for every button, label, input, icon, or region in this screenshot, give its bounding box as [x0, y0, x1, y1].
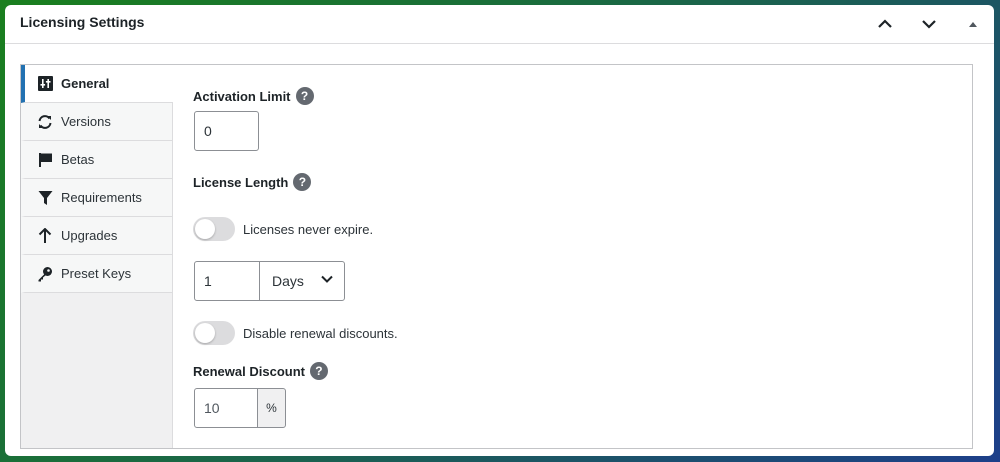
license-length-unit-select[interactable]: Days: [259, 261, 345, 301]
tab-upgrades-label: Upgrades: [61, 228, 118, 243]
key-icon: [37, 266, 53, 282]
tab-versions-label: Versions: [61, 114, 111, 129]
toggle-knob: [195, 323, 215, 343]
general-tab-content: Activation Limit ? 0 License Length ? Li…: [173, 65, 972, 448]
refresh-icon: [37, 114, 53, 130]
never-expire-row: Licenses never expire.: [193, 217, 373, 241]
disable-renewal-toggle[interactable]: [193, 321, 235, 345]
chevron-down-icon: [321, 275, 333, 283]
help-icon[interactable]: ?: [309, 362, 328, 380]
renewal-discount-label: Renewal Discount ?: [193, 362, 328, 380]
metabox-title: Licensing Settings: [20, 14, 145, 30]
license-length-input[interactable]: 1: [194, 261, 260, 301]
flag-icon: [37, 152, 53, 168]
help-icon[interactable]: ?: [293, 173, 312, 191]
tab-versions[interactable]: Versions: [21, 103, 172, 141]
renewal-discount-input[interactable]: 10: [194, 388, 258, 428]
move-down-button[interactable]: [917, 12, 941, 36]
activation-limit-label: Activation Limit ?: [193, 87, 314, 105]
settings-panel: General Versions Betas Requirements Upgr…: [20, 64, 973, 449]
never-expire-label: Licenses never expire.: [243, 221, 374, 237]
tab-requirements[interactable]: Requirements: [21, 179, 172, 217]
percent-suffix: %: [257, 388, 286, 428]
tab-general[interactable]: General: [21, 65, 173, 103]
triangle-up-icon: [969, 21, 977, 27]
filter-icon: [37, 190, 53, 206]
tab-upgrades[interactable]: Upgrades: [21, 217, 172, 255]
activation-limit-label-text: Activation Limit: [193, 88, 291, 104]
license-length-label-text: License Length: [193, 174, 289, 190]
license-length-unit-value: Days: [272, 273, 304, 289]
tab-general-label: General: [61, 76, 110, 91]
sliders-icon: [37, 76, 53, 92]
settings-sidebar: General Versions Betas Requirements Upgr…: [21, 65, 173, 448]
metabox-header: Licensing Settings: [5, 5, 994, 44]
tab-betas[interactable]: Betas: [21, 141, 172, 179]
collapse-toggle-button[interactable]: [961, 12, 985, 36]
help-icon[interactable]: ?: [295, 87, 314, 105]
licensing-settings-metabox: Licensing Settings General Versions Beta…: [5, 5, 994, 456]
never-expire-toggle[interactable]: [193, 217, 235, 241]
tab-betas-label: Betas: [61, 152, 95, 167]
renewal-discount-label-text: Renewal Discount: [193, 363, 305, 379]
activation-limit-input[interactable]: 0: [194, 111, 259, 151]
tab-requirements-label: Requirements: [61, 190, 142, 205]
disable-renewal-label: Disable renewal discounts.: [243, 325, 398, 341]
arrow-up-icon: [37, 227, 53, 244]
tab-preset-keys-label: Preset Keys: [61, 266, 132, 281]
license-length-label: License Length ?: [193, 173, 312, 191]
toggle-knob: [195, 219, 215, 239]
chevron-up-icon: [878, 19, 892, 28]
disable-renewal-row: Disable renewal discounts.: [193, 321, 398, 345]
move-up-button[interactable]: [873, 12, 897, 36]
chevron-down-icon: [922, 20, 936, 29]
tab-preset-keys[interactable]: Preset Keys: [21, 255, 172, 293]
